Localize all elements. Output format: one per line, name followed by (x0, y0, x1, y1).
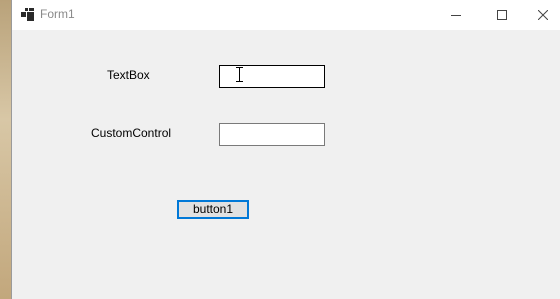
title-bar[interactable]: Form1 (12, 0, 560, 30)
close-button[interactable] (525, 0, 560, 30)
close-icon (538, 10, 548, 20)
form-app-icon (21, 8, 34, 21)
desktop-background (0, 0, 11, 299)
form-window: Form1 TextBox CustomControl button1 (11, 0, 560, 299)
text-cursor-icon (236, 67, 243, 82)
minimize-icon (451, 15, 461, 16)
button1[interactable]: button1 (177, 200, 249, 219)
minimize-button[interactable] (433, 0, 479, 30)
maximize-button[interactable] (479, 0, 525, 30)
customcontrol-label: CustomControl (91, 126, 172, 140)
window-title: Form1 (40, 7, 75, 21)
maximize-icon (497, 10, 507, 20)
textbox-label: TextBox (107, 68, 150, 82)
textbox-input[interactable] (219, 65, 325, 88)
customcontrol-input[interactable] (219, 123, 325, 146)
